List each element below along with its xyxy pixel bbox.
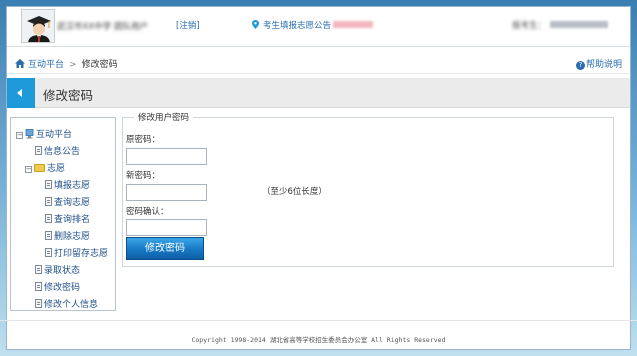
sidebar-item-query-rank[interactable]: 查询排名 xyxy=(45,212,90,225)
breadcrumb-bar: 互动平台 > 修改密码 ? 帮助说明 xyxy=(7,52,630,74)
new-password-label: 新密码： xyxy=(126,171,161,181)
sidebar-item-label: 志愿 xyxy=(47,164,66,174)
sidebar-item-delete-volunteer[interactable]: 删除志愿 xyxy=(45,229,90,242)
sidebar-item-notices[interactable]: 信息公告 xyxy=(35,144,80,157)
collapse-toggle-icon[interactable]: − xyxy=(16,132,23,139)
sidebar-item-label: 录取状态 xyxy=(44,266,81,276)
change-password-button[interactable]: 修改密码 xyxy=(126,237,204,260)
top-header: 武汉市XX中学 团队用户 [注销] 考生填报志愿公告 报考生： xyxy=(7,7,630,47)
sidebar-item-fill-volunteer[interactable]: 填报志愿 xyxy=(45,178,90,191)
notice-link[interactable]: 考生填报志愿公告 xyxy=(252,19,374,31)
document-icon xyxy=(45,197,52,206)
document-icon xyxy=(45,214,52,223)
tree-root-label: 互动平台 xyxy=(36,130,73,140)
footer-copyright: Copyright 1998-2014 湖北省高等学校招生委员会办公室 All … xyxy=(191,336,446,344)
sidebar-item-label: 修改密码 xyxy=(44,283,81,293)
arrow-left-icon xyxy=(17,89,22,97)
help-label: 帮助说明 xyxy=(585,60,622,70)
breadcrumb: 互动平台 > 修改密码 xyxy=(15,57,118,70)
document-icon xyxy=(35,299,42,308)
sidebar-item-print-volunteer[interactable]: 打印留存志愿 xyxy=(45,246,108,259)
sidebar-item-label: 信息公告 xyxy=(44,147,81,157)
old-password-label: 原密码： xyxy=(126,135,161,145)
candidate-id-redacted xyxy=(550,21,609,28)
sidebar-item-label: 查询排名 xyxy=(54,215,91,225)
notice-label: 考生填报志愿公告 xyxy=(263,21,332,31)
sidebar-item-label: 删除志愿 xyxy=(54,232,91,242)
password-length-hint: （至少6位长度） xyxy=(262,187,327,197)
school-name: 武汉市XX中学 团队用户 xyxy=(57,22,148,32)
breadcrumb-current: 修改密码 xyxy=(81,60,118,70)
new-password-input[interactable] xyxy=(126,184,207,201)
document-icon xyxy=(45,180,52,189)
tree-root-item[interactable]: − 互动平台 xyxy=(16,127,72,140)
candidate-info: 报考生： xyxy=(512,19,609,31)
document-icon xyxy=(35,146,42,155)
page-title: 修改密码 xyxy=(43,88,94,103)
fieldset-legend: 修改用户密码 xyxy=(134,111,194,123)
folder-open-icon xyxy=(34,164,45,172)
computer-icon xyxy=(25,129,34,139)
document-icon xyxy=(45,248,52,257)
question-mark-icon: ? xyxy=(575,61,585,70)
sidebar-item-label: 修改个人信息 xyxy=(44,300,99,310)
document-icon xyxy=(45,231,52,240)
old-password-input[interactable] xyxy=(126,148,207,165)
candidate-label: 报考生： xyxy=(512,21,547,31)
notice-redacted xyxy=(333,21,374,28)
confirm-password-label: 密码确认： xyxy=(126,207,169,217)
home-icon xyxy=(15,59,25,68)
document-icon xyxy=(35,265,42,274)
sidebar-item-label: 查询志愿 xyxy=(54,198,91,208)
location-pin-icon xyxy=(252,20,259,29)
sidebar-item-query-volunteer[interactable]: 查询志愿 xyxy=(45,195,90,208)
graduate-avatar-icon xyxy=(22,10,54,42)
document-icon xyxy=(35,282,42,291)
sidebar-item-admission-status[interactable]: 录取状态 xyxy=(35,263,80,276)
footer-divider xyxy=(0,320,637,321)
sidebar-item-volunteer[interactable]: − 志愿 xyxy=(25,161,65,174)
sidebar-item-label: 打印留存志愿 xyxy=(54,249,109,259)
back-button[interactable] xyxy=(7,78,35,108)
breadcrumb-separator: > xyxy=(69,60,77,70)
help-link[interactable]: ? 帮助说明 xyxy=(575,57,622,70)
avatar xyxy=(21,9,55,43)
sidebar-item-edit-profile[interactable]: 修改个人信息 xyxy=(35,297,98,310)
sidebar-item-change-password[interactable]: 修改密码 xyxy=(35,280,80,293)
page-title-bar: 修改密码 xyxy=(7,78,630,108)
breadcrumb-home-link[interactable]: 互动平台 xyxy=(28,60,64,70)
sidebar-item-label: 填报志愿 xyxy=(54,181,91,191)
confirm-password-input[interactable] xyxy=(126,219,207,236)
logout-link[interactable]: [注销] xyxy=(176,19,200,31)
collapse-toggle-icon[interactable]: − xyxy=(25,166,32,173)
fieldset-top-border xyxy=(122,117,614,118)
